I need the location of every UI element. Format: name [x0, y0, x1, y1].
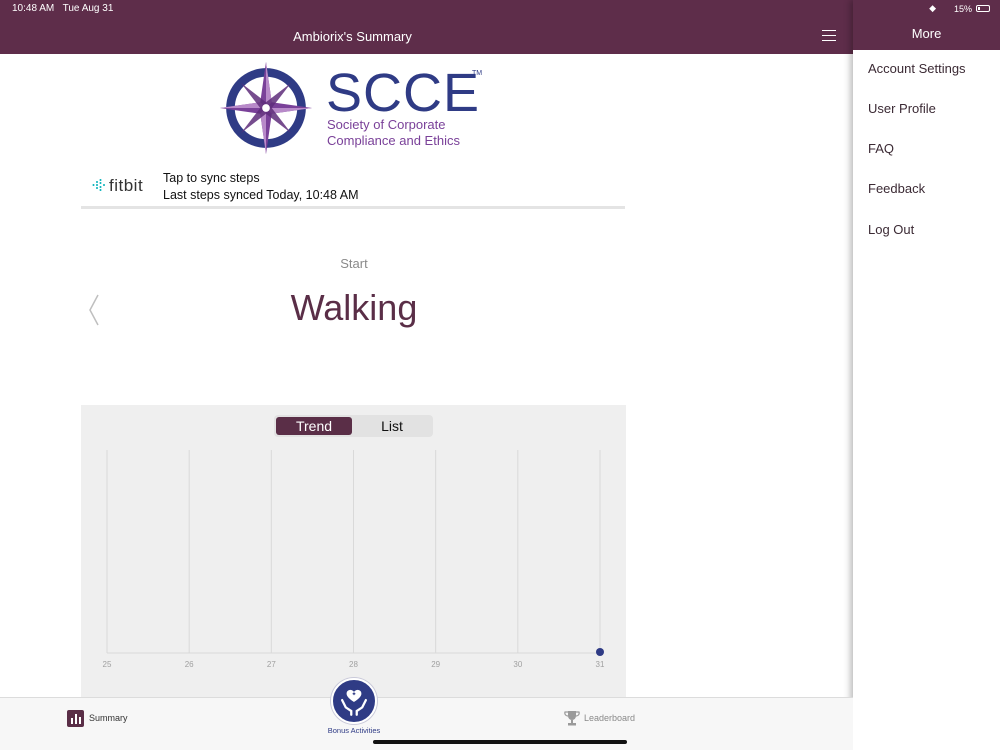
more-drawer: ◆ 15% More Account Settings User Profile…: [853, 0, 1000, 750]
fitbit-dots-icon: [92, 179, 105, 191]
logo-subtitle-line1: Society of Corporate: [327, 117, 446, 132]
home-indicator: [373, 740, 627, 744]
logo-trademark: TM: [472, 70, 483, 77]
menu-item-feedback[interactable]: Feedback: [868, 181, 925, 196]
x-tick-label: 25: [103, 660, 112, 669]
scce-logo: SCCE TM Society of Corporate Compliance …: [218, 60, 508, 160]
trend-toggle-button[interactable]: Trend: [276, 417, 352, 435]
last-sync-text: Last steps synced Today, 10:48 AM: [163, 188, 359, 202]
drawer-title: More: [853, 18, 1000, 50]
battery-percent: 15%: [953, 4, 972, 14]
trophy-icon: [564, 711, 580, 726]
menu-item-faq[interactable]: FAQ: [868, 141, 894, 156]
list-toggle-button[interactable]: List: [354, 417, 430, 435]
drawer-status-bar: ◆ 15%: [853, 0, 1000, 18]
logo-name: SCCE: [326, 63, 481, 123]
x-tick-label: 27: [267, 660, 276, 669]
page-title: Ambiorix's Summary: [293, 29, 412, 44]
status-time: 10:48 AM Tue Aug 31: [12, 3, 114, 14]
menu-item-log-out[interactable]: Log Out: [868, 222, 914, 237]
menu-item-account-settings[interactable]: Account Settings: [868, 61, 966, 76]
fitbit-logo-text: fitbit: [109, 176, 144, 195]
compass-logo-icon: [219, 61, 313, 155]
menu-item-user-profile[interactable]: User Profile: [868, 101, 936, 116]
activity-title: Walking: [290, 287, 418, 328]
trend-chart: 25 26 27 28 29 30 31: [103, 450, 605, 669]
wifi-icon: ◆: [929, 3, 936, 13]
x-tick-label: 29: [431, 660, 440, 669]
start-label: Start: [340, 256, 368, 271]
hamburger-icon[interactable]: [822, 30, 836, 41]
app-header: Ambiorix's Summary: [0, 18, 853, 54]
x-tick-label: 26: [185, 660, 194, 669]
x-tick-label: 28: [349, 660, 358, 669]
data-point: [596, 648, 604, 656]
fitbit-sync-row[interactable]: fitbit Tap to sync steps Last steps sync…: [81, 167, 625, 209]
view-toggle: Trend List: [274, 415, 433, 437]
chart-panel: 25 26 27 28 29 30 31 Trend List: [81, 405, 626, 698]
x-tick-label: 30: [513, 660, 522, 669]
status-bar: 10:48 AM Tue Aug 31: [0, 0, 853, 18]
tab-summary-label: Summary: [89, 713, 128, 723]
sync-prompt: Tap to sync steps: [163, 171, 260, 185]
bar-chart-icon: [67, 710, 84, 727]
x-tick-label: 31: [596, 660, 605, 669]
tab-bonus-activities-label: Bonus Activities: [327, 726, 381, 735]
tab-leaderboard-label: Leaderboard: [584, 713, 636, 723]
logo-subtitle-line2: Compliance and Ethics: [327, 133, 460, 148]
heart-hands-icon: [331, 678, 377, 724]
battery-icon: [976, 5, 990, 12]
